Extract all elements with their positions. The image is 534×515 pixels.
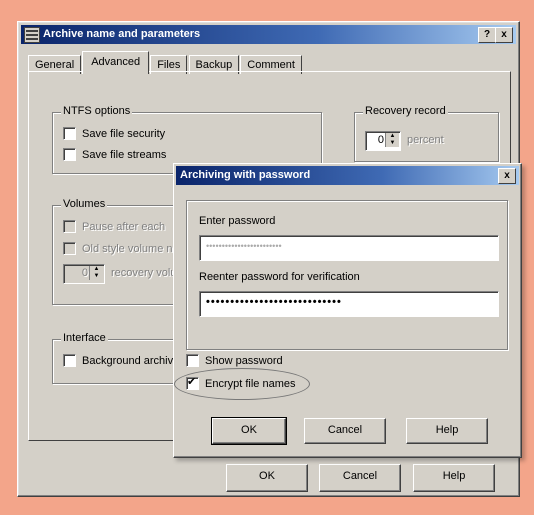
enter-password-field[interactable]: ••••••••••••••••••••••••: [199, 235, 499, 261]
pause-volumes-label: Pause after each: [82, 220, 166, 233]
save-streams-checkbox-row[interactable]: Save file streams: [63, 148, 166, 161]
recovery-percent-value: 0: [377, 134, 384, 146]
main-ok-button[interactable]: OK: [226, 464, 308, 492]
save-security-checkbox[interactable]: [63, 127, 76, 140]
show-password-checkbox-row[interactable]: Show password: [186, 354, 283, 367]
main-help-button[interactable]: Help: [413, 464, 495, 492]
dialog-ok-button[interactable]: OK: [211, 417, 287, 445]
tab-strip: General Advanced Files Backup Comment: [28, 51, 302, 74]
help-question-button[interactable]: ?: [478, 27, 496, 43]
main-titlebar[interactable]: Archive name and parameters ? x: [21, 25, 516, 44]
percent-label: percent: [407, 134, 444, 146]
password-entry-group: Enter password •••••••••••••••••••••••• …: [186, 200, 508, 350]
reenter-password-field[interactable]: ••••••••••••••••••••••••••••: [199, 291, 499, 317]
show-password-label: Show password: [205, 354, 283, 367]
password-dialog-title: Archiving with password: [180, 169, 311, 181]
background-archiving-checkbox[interactable]: [63, 354, 76, 367]
password-dialog-close-button[interactable]: x: [498, 168, 516, 184]
save-streams-label: Save file streams: [82, 148, 167, 161]
recovery-record-label: Recovery record: [363, 105, 448, 117]
interface-label: Interface: [61, 332, 108, 344]
spinner-arrows-icon[interactable]: ▲ ▼: [385, 133, 399, 147]
background-archiving-checkbox-row[interactable]: Background archiving: [63, 354, 188, 367]
main-window-title: Archive name and parameters: [43, 28, 201, 40]
recovery-record-group: Recovery record 0 ▲ ▼ percent: [354, 105, 499, 162]
spinner-arrows-icon[interactable]: ▲ ▼: [89, 266, 103, 280]
main-cancel-button[interactable]: Cancel: [319, 464, 401, 492]
save-security-label: Save file security: [82, 127, 166, 140]
background-archiving-label: Background archiving: [82, 354, 188, 367]
ntfs-options-label: NTFS options: [61, 105, 133, 117]
tab-advanced[interactable]: Advanced: [82, 51, 150, 74]
recovery-percent-spinner[interactable]: 0 ▲ ▼: [365, 131, 401, 151]
save-security-checkbox-row[interactable]: Save file security: [63, 127, 165, 140]
enter-password-value: ••••••••••••••••••••••••: [206, 241, 282, 251]
pause-volumes-checkbox[interactable]: [63, 220, 76, 233]
password-dialog: Archiving with password x Enter password…: [173, 163, 522, 458]
password-dialog-titlebar[interactable]: Archiving with password x: [176, 166, 519, 185]
show-password-checkbox[interactable]: [186, 354, 199, 367]
archive-app-icon: [24, 27, 40, 43]
pause-volumes-checkbox-row[interactable]: Pause after each: [63, 220, 165, 233]
recovery-volumes-spinner[interactable]: 0 ▲ ▼: [63, 264, 105, 284]
dialog-cancel-button[interactable]: Cancel: [304, 418, 386, 444]
enter-password-label: Enter password: [199, 215, 276, 227]
dialog-help-button[interactable]: Help: [406, 418, 488, 444]
volumes-label: Volumes: [61, 198, 108, 210]
main-close-button[interactable]: x: [495, 27, 513, 43]
reenter-password-value: ••••••••••••••••••••••••••••: [206, 296, 342, 308]
reenter-password-label: Reenter password for verification: [199, 271, 360, 283]
recovery-volumes-value: 0: [81, 267, 88, 279]
encrypt-names-highlight-ellipse: [174, 368, 310, 400]
save-streams-checkbox[interactable]: [63, 148, 76, 161]
old-style-names-checkbox[interactable]: [63, 242, 76, 255]
